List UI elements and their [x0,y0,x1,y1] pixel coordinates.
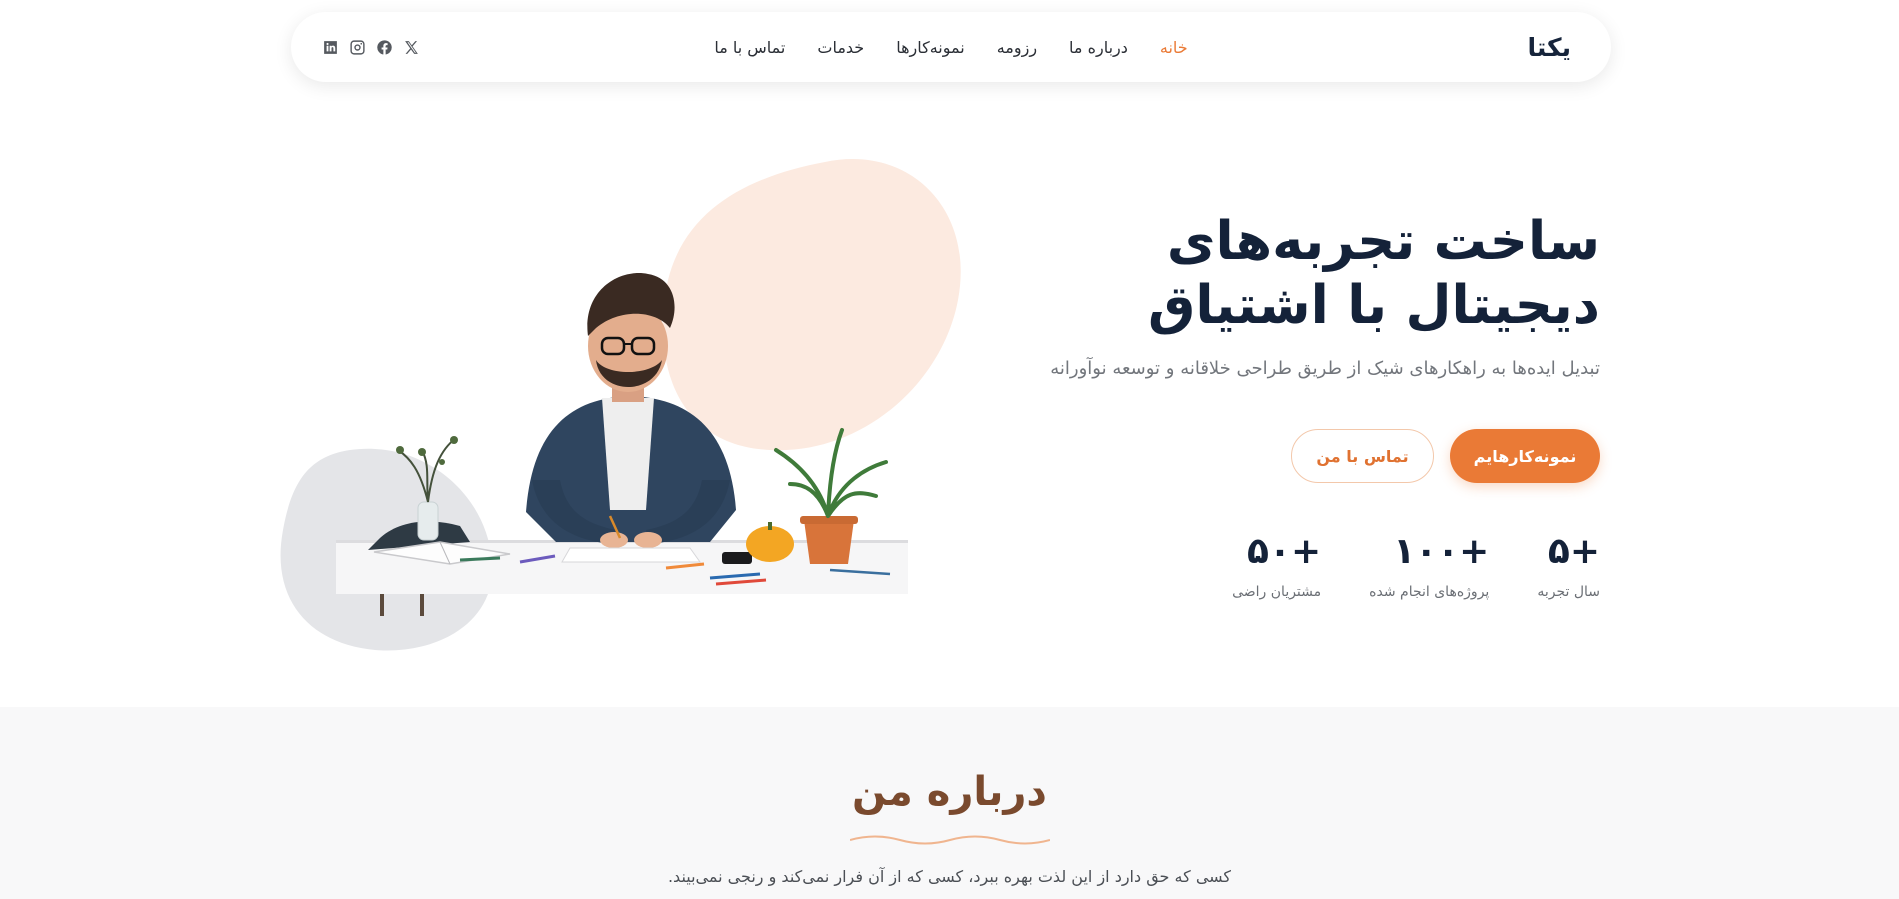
pumpkin [746,526,794,562]
title-underline [850,835,1050,845]
nav-link-contact[interactable]: تماس با ما [714,38,785,57]
about-title: درباره من [852,769,1047,815]
contact-me-button[interactable]: تماس با من [1291,429,1434,483]
nav-link-resume[interactable]: رزومه [997,38,1037,57]
portfolio-button[interactable]: نمونه‌کارهایم [1450,429,1600,483]
stat-value: +۵۰ [1247,531,1322,572]
nav-link-services[interactable]: خدمات [817,38,864,57]
hero-actions: نمونه‌کارهایم تماس با من [1291,429,1600,483]
nav-link-portfolio[interactable]: نمونه‌کارها [896,38,965,57]
about-section: درباره من کسی که حق دارد از این لذت بهره… [0,707,1899,899]
plant-pot [804,520,854,564]
instagram-icon[interactable] [348,38,367,57]
nav-link-about[interactable]: درباره ما [1069,38,1128,57]
stat-value: +۱۰۰ [1393,531,1490,572]
social-links [321,12,421,82]
stat-label: پروژه‌های انجام شده [1369,584,1490,600]
peach-blob [663,159,961,451]
navbar: یکتا خانه درباره ما رزومه نمونه‌کارها خد… [291,12,1611,82]
hero-subtitle: تبدیل ایده‌ها به راهکارهای شیک از طریق ط… [1050,358,1600,379]
facebook-icon[interactable] [375,38,394,57]
stat-label: سال تجربه [1537,584,1600,600]
nav-link-home[interactable]: خانه [1160,38,1188,57]
linkedin-icon[interactable] [321,38,340,57]
x-icon[interactable] [402,38,421,57]
hero-stats: +۵ سال تجربه +۱۰۰ پروژه‌های انجام شده +۵… [1232,530,1600,600]
stat-clients: +۵۰ مشتریان راضی [1232,530,1321,600]
hero-text: ساخت تجربه‌های دیجیتال با اشتیاق تبدیل ا… [960,210,1600,379]
stat-projects: +۱۰۰ پروژه‌های انجام شده [1369,530,1489,600]
about-text: کسی که حق دارد از این لذت بهره ببرد، کسی… [667,867,1232,886]
hero-title: ساخت تجربه‌های دیجیتال با اشتیاق [1147,211,1600,336]
hero-illustration [270,150,990,660]
stat-value: +۵ [1547,531,1600,572]
stat-experience: +۵ سال تجربه [1537,530,1600,600]
stat-label: مشتریان راضی [1232,584,1322,600]
main-nav: خانه درباره ما رزومه نمونه‌کارها خدمات ت… [291,12,1611,82]
